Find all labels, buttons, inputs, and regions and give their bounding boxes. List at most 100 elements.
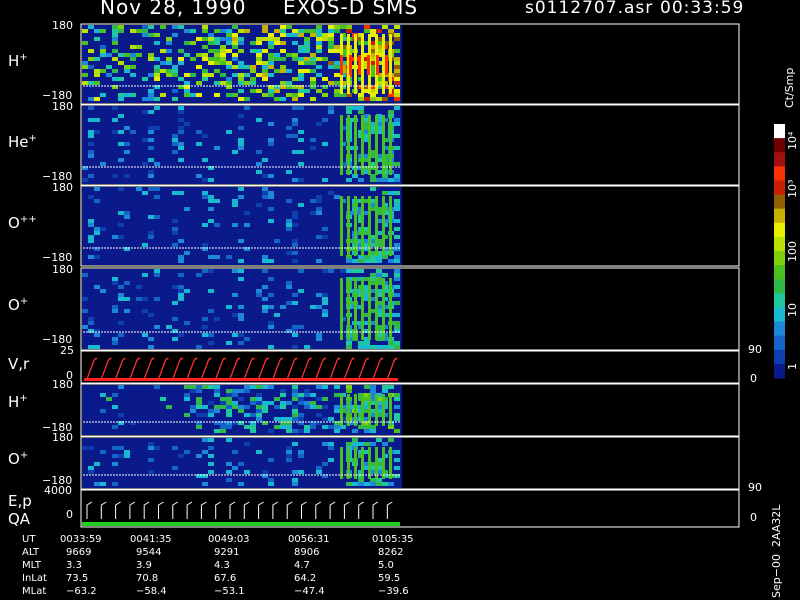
- heatmap-cell: [286, 223, 292, 227]
- heatmap-cell: [298, 178, 304, 182]
- heatmap-cell: [172, 191, 178, 195]
- heatmap-cell: [226, 29, 232, 33]
- heatmap-cell: [226, 425, 232, 429]
- heatmap-cell: [292, 429, 298, 433]
- heatmap-cell: [274, 405, 280, 409]
- heatmap-cell: [316, 333, 322, 337]
- heatmap-cell: [256, 385, 262, 389]
- heatmap-cell: [112, 29, 118, 33]
- ann-value: 67.6: [214, 573, 237, 584]
- heatmap-cell: [262, 65, 268, 69]
- heatmap-cell: [286, 446, 292, 450]
- heatmap-cell: [208, 333, 214, 337]
- heatmap-cell: [370, 29, 376, 33]
- heatmap-cell: [184, 73, 190, 77]
- heatmap-cell: [172, 446, 178, 450]
- heatmap-cell: [280, 401, 286, 405]
- heatmap-cell: [82, 61, 88, 65]
- heatmap-cell: [196, 273, 202, 277]
- heatmap-cell: [238, 239, 244, 243]
- heatmap-cell: [292, 293, 298, 297]
- heatmap-cell: [232, 405, 238, 409]
- heatmap-cell: [214, 389, 220, 393]
- heatmap-streak: [354, 115, 357, 175]
- heatmap-cell: [316, 49, 322, 53]
- heatmap-cell: [280, 33, 286, 37]
- heatmap-streak: [361, 394, 364, 426]
- heatmap-cell: [190, 29, 196, 33]
- heatmap-cell: [232, 57, 238, 61]
- heatmap-cell: [214, 146, 220, 150]
- heatmap-hot: [340, 55, 343, 75]
- ann-value: −39.6: [378, 586, 409, 597]
- heatmap-cell: [298, 429, 304, 433]
- heatmap-cell: [292, 57, 298, 61]
- heatmap-cell: [142, 138, 148, 142]
- ann-value: 9669: [66, 547, 92, 558]
- heatmap-cell: [394, 235, 400, 239]
- heatmap-cell: [244, 223, 250, 227]
- heatmap-cell: [238, 277, 244, 281]
- heatmap-cell: [370, 482, 376, 486]
- heatmap-cell: [364, 341, 370, 345]
- heatmap-cell: [190, 409, 196, 413]
- heatmap-cell: [154, 57, 160, 61]
- heatmap-cell: [118, 454, 124, 458]
- heatmap-cell: [394, 243, 400, 247]
- heatmap-cell: [142, 77, 148, 81]
- heatmap-cell: [334, 385, 340, 389]
- heatmap-cell: [226, 462, 232, 466]
- heatmap-cell: [196, 65, 202, 69]
- heatmap-cell: [142, 97, 148, 101]
- heatmap-cell: [130, 93, 136, 97]
- heatmap-cell: [394, 69, 400, 73]
- heatmap-cell: [118, 29, 124, 33]
- heatmap-cell: [118, 77, 124, 81]
- heatmap-cell: [178, 273, 184, 277]
- heatmap-cell: [334, 73, 340, 77]
- heatmap-cell: [310, 97, 316, 101]
- heatmap-cell: [226, 93, 232, 97]
- heatmap-cell: [184, 122, 190, 126]
- heatmap-cell: [166, 61, 172, 65]
- heatmap-cell: [178, 454, 184, 458]
- heatmap-cell: [286, 454, 292, 458]
- heatmap-cell: [244, 65, 250, 69]
- heatmap-cell: [370, 97, 376, 101]
- heatmap-cell: [316, 199, 322, 203]
- heatmap-cell: [238, 405, 244, 409]
- ann-value: 8906: [294, 547, 320, 558]
- heatmap-cell: [250, 425, 256, 429]
- heatmap-cell: [232, 401, 238, 405]
- heatmap-streak: [382, 34, 385, 94]
- heatmap-cell: [292, 134, 298, 138]
- heatmap-cell: [118, 130, 124, 134]
- heatmap-cell: [208, 462, 214, 466]
- heatmap-cell: [244, 97, 250, 101]
- heatmap-cell: [112, 462, 118, 466]
- heatmap-cell: [388, 259, 394, 263]
- heatmap-cell: [214, 405, 220, 409]
- heatmap-cell: [94, 227, 100, 231]
- heatmap-cell: [184, 93, 190, 97]
- heatmap-cell: [208, 61, 214, 65]
- heatmap-cell: [124, 69, 130, 73]
- heatmap-cell: [196, 425, 202, 429]
- heatmap-cell: [214, 199, 220, 203]
- heatmap-cell: [394, 219, 400, 223]
- heatmap-cell: [286, 53, 292, 57]
- heatmap-cell: [244, 73, 250, 77]
- heatmap-cell: [388, 385, 394, 389]
- heatmap-cell: [94, 37, 100, 41]
- heatmap-cell: [250, 81, 256, 85]
- heatmap-streak: [368, 115, 371, 175]
- heatmap-cell: [292, 33, 298, 37]
- heatmap-cell: [394, 199, 400, 203]
- heatmap-cell: [148, 337, 154, 341]
- heatmap-cell: [172, 138, 178, 142]
- heatmap-cell: [220, 425, 226, 429]
- heatmap-cell: [322, 309, 328, 313]
- heatmap-streak: [340, 447, 343, 479]
- heatmap-cell: [208, 33, 214, 37]
- heatmap-cell: [82, 41, 88, 45]
